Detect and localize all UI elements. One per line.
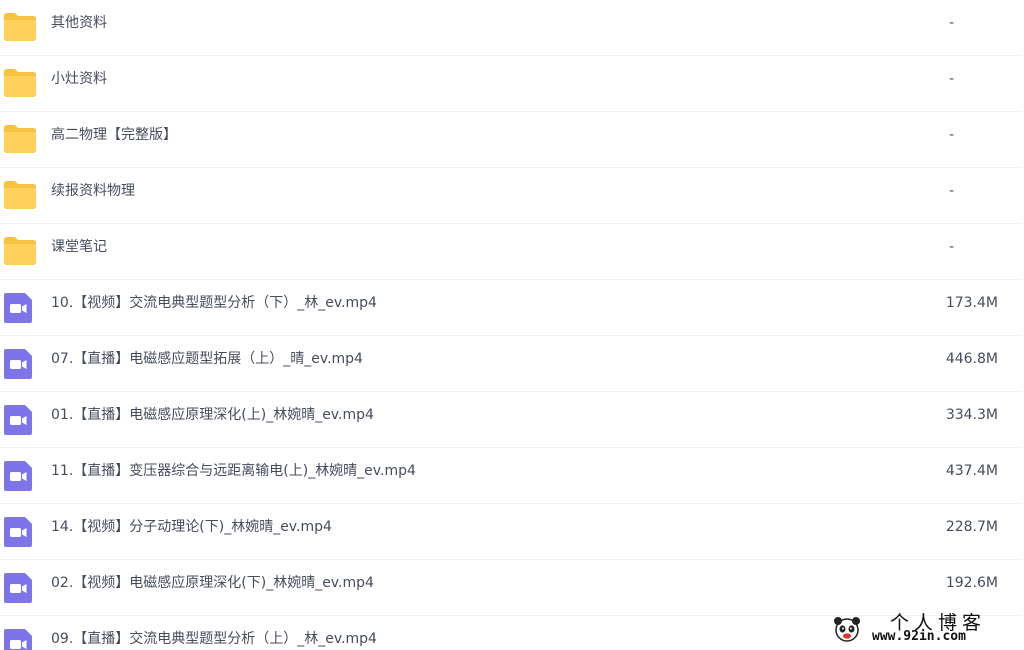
file-size: 192.6M bbox=[945, 575, 998, 591]
file-row[interactable]: 续报资料物理 - bbox=[0, 168, 1022, 224]
file-row[interactable]: 高二物理【完整版】 - bbox=[0, 112, 1022, 168]
file-row[interactable]: 其他资料 - bbox=[0, 0, 1022, 56]
file-size: - bbox=[948, 127, 954, 143]
file-size: 173.4M bbox=[945, 295, 998, 311]
file-row[interactable]: 小灶资料 - bbox=[0, 56, 1022, 112]
file-size: - bbox=[948, 183, 954, 199]
blog-watermark: 个人博客 www.92in.com bbox=[832, 612, 1022, 648]
file-size: 437.4M bbox=[945, 463, 998, 479]
watermark-url: www.92in.com bbox=[872, 629, 966, 644]
file-row[interactable]: 14.【视频】分子动理论(下)_林婉晴_ev.mp4 228.7M bbox=[0, 504, 1022, 560]
file-row[interactable]: 11.【直播】变压器综合与远距离输电(上)_林婉晴_ev.mp4 437.4M bbox=[0, 448, 1022, 504]
file-row[interactable]: 10.【视频】交流电典型题型分析（下）_林_ev.mp4 173.4M bbox=[0, 280, 1022, 336]
panda-logo-icon bbox=[832, 614, 862, 644]
file-row[interactable]: 01.【直播】电磁感应原理深化(上)_林婉晴_ev.mp4 334.3M bbox=[0, 392, 1022, 448]
file-size: - bbox=[948, 239, 954, 255]
file-size: 228.7M bbox=[945, 519, 998, 535]
file-size: 334.3M bbox=[945, 407, 998, 423]
file-size: - bbox=[948, 71, 954, 87]
file-row[interactable]: 课堂笔记 - bbox=[0, 224, 1022, 280]
file-size: 446.8M bbox=[945, 351, 998, 367]
file-size: - bbox=[948, 15, 954, 31]
file-row[interactable]: 07.【直播】电磁感应题型拓展（上）_晴_ev.mp4 446.8M bbox=[0, 336, 1022, 392]
file-list: 其他资料 - 小灶资料 - 高二物理【完整版】 - 续报资料物理 - 课堂笔记 … bbox=[0, 0, 1024, 650]
file-row[interactable]: 02.【视频】电磁感应原理深化(下)_林婉晴_ev.mp4 192.6M bbox=[0, 560, 1022, 616]
